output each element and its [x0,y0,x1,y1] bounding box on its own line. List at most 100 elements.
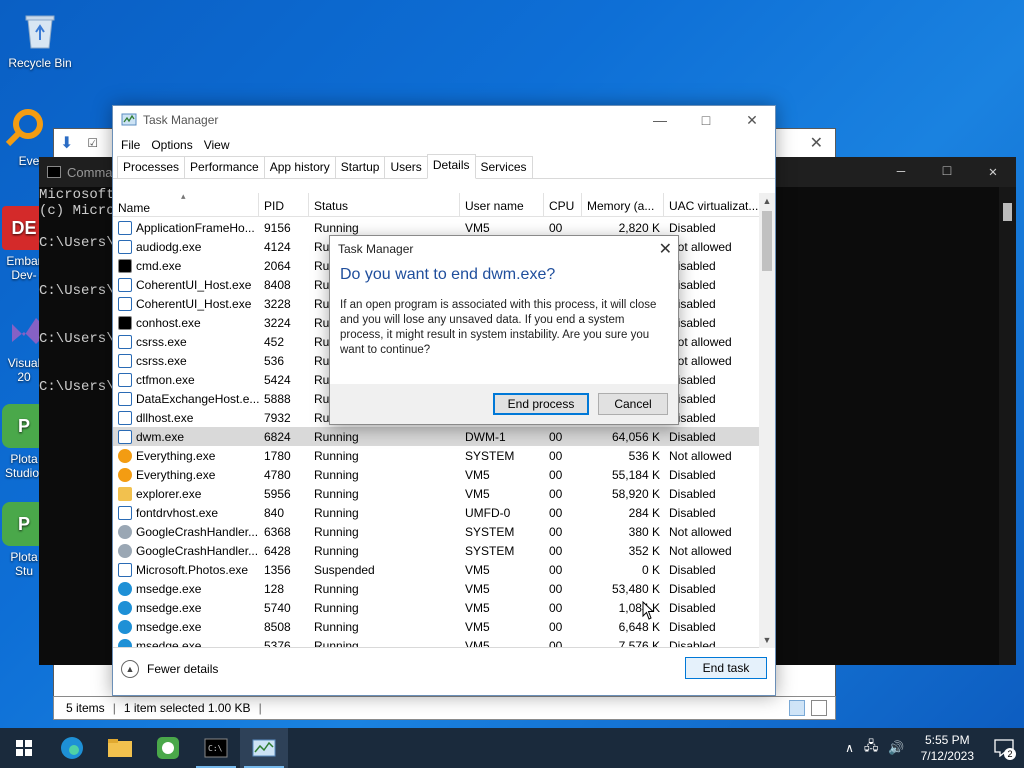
taskbar-file-explorer[interactable] [96,728,144,768]
scrollbar-thumb[interactable] [1003,203,1012,221]
process-name: cmd.exe [113,258,259,273]
table-row[interactable]: dwm.exe 6824 Running DWM-1 00 64,056 K Disable… [113,427,761,446]
process-user: VM5 [465,220,490,235]
process-pid: 5740 [264,600,291,615]
process-name: msedge.exe [113,581,259,596]
tab-details[interactable]: Details [426,154,476,179]
download-arrow-icon: ⬇ [60,135,74,152]
process-name-text: dwm.exe [136,429,185,444]
menu-options[interactable]: Options [149,138,201,152]
tab-app-history[interactable]: App history [263,156,336,178]
process-cpu: 00 [549,543,563,558]
fewer-details-button[interactable]: ▲ Fewer details [121,660,218,678]
process-uac: Disabled [669,600,716,615]
process-status: Running [314,524,359,539]
chevron-up-icon: ▲ [121,660,139,678]
end-task-button[interactable]: End task [685,657,767,679]
table-row[interactable]: fontdrvhost.exe 840 Running UMFD-0 00 284 K Di… [113,503,761,522]
process-name-text: Microsoft.Photos.exe [136,562,249,577]
column-header-uac[interactable]: UAC virtualizat... [664,193,761,216]
process-uac: Disabled [669,619,716,634]
minimize-button[interactable]: — [637,106,683,134]
taskbar-command-prompt[interactable]: C:\ [192,728,240,768]
taskbar-edge[interactable] [48,728,96,768]
table-row[interactable]: GoogleCrashHandler... 6428 Running SYSTEM 00… [113,541,761,560]
cmd-process-icon [118,258,132,273]
tab-startup[interactable]: Startup [334,156,386,178]
process-name-text: msedge.exe [136,600,202,615]
table-row[interactable]: GoogleCrashHandler... 6368 Running SYSTEM 00… [113,522,761,541]
edge-icon [61,737,83,759]
taskbar-task-manager[interactable] [240,728,288,768]
process-name-text: CoherentUI_Host.exe [136,296,252,311]
volume-icon[interactable]: 🔊 [882,740,910,756]
process-name: msedge.exe [113,600,259,615]
cancel-button[interactable]: Cancel [598,393,668,415]
menu-file[interactable]: File [119,138,149,152]
process-pid: 452 [264,334,285,349]
app-process-icon [118,410,132,425]
desktop-icon-recycle-bin[interactable]: Recycle Bin [2,8,78,70]
column-header-pid[interactable]: PID [259,193,309,216]
process-pid: 5424 [264,372,291,387]
maximize-button[interactable]: □ [924,157,970,187]
dialog-close-icon[interactable]: ✕ [659,239,672,259]
notification-count: 2 [1004,748,1016,760]
column-header-name[interactable]: Name [113,193,259,216]
process-cpu: 00 [549,448,563,463]
column-header-status[interactable]: Status [309,193,460,216]
table-row[interactable]: msedge.exe 8508 Running VM5 00 6,648 K Disable… [113,617,761,636]
table-row[interactable]: explorer.exe 5956 Running VM5 00 58,920 K Disa… [113,484,761,503]
scroll-up-arrow-icon[interactable]: ▲ [759,193,775,209]
maximize-button[interactable]: □ [683,106,729,134]
table-row[interactable]: Microsoft.Photos.exe 1356 Suspended VM5 00 0 … [113,560,761,579]
tab-users[interactable]: Users [384,156,428,178]
clock[interactable]: 5:55 PM 7/12/2023 [911,732,984,764]
close-button[interactable]: ✕ [970,157,1016,187]
process-cpu: 00 [549,429,563,444]
details-view-icon[interactable] [789,700,805,716]
menu-view[interactable]: View [202,138,239,152]
tab-performance[interactable]: Performance [184,156,265,178]
process-cpu: 00 [549,581,563,596]
app-process-icon [118,505,132,520]
tiles-view-icon[interactable] [811,700,827,716]
close-icon[interactable]: ✕ [810,133,823,153]
column-header-cpu[interactable]: CPU [544,193,582,216]
process-memory: 53,480 K [611,581,660,596]
cmd-scrollbar[interactable] [999,187,1016,665]
search-process-icon [118,448,132,463]
process-status: Running [314,486,359,501]
process-pid: 5888 [264,391,291,406]
process-pid: 6368 [264,524,291,539]
plota-studio-icon [157,737,179,759]
chevron-up-icon[interactable]: ∧ [839,741,860,755]
process-pid: 1356 [264,562,291,577]
close-button[interactable]: ✕ [729,106,775,134]
table-row[interactable]: msedge.exe 5740 Running VM5 00 1,084 K Disable… [113,598,761,617]
process-memory: 64,056 K [611,429,660,444]
scrollbar-thumb[interactable] [762,211,772,271]
table-row[interactable]: Everything.exe 4780 Running VM5 00 55,184 K Di… [113,465,761,484]
process-uac: Not allowed [669,543,732,558]
vertical-scrollbar[interactable]: ▲ ▼ [759,193,775,648]
process-name-text: conhost.exe [136,315,201,330]
notifications-button[interactable]: 2 [984,728,1024,768]
column-header-memory[interactable]: Memory (a... [582,193,664,216]
process-name-text: GoogleCrashHandler... [136,524,259,539]
table-row[interactable]: Everything.exe 1780 Running SYSTEM 00 536 K No… [113,446,761,465]
column-header-user[interactable]: User name [460,193,544,216]
process-name: CoherentUI_Host.exe [113,277,259,292]
taskbar: C:\ ∧ 🖧 🔊 5:55 PM 7/12/2023 2 [0,728,1024,768]
network-icon[interactable]: 🖧 [860,737,883,759]
table-row[interactable]: msedge.exe 128 Running VM5 00 53,480 K Disable… [113,579,761,598]
end-process-dialog[interactable]: Task Manager ✕ Do you want to end dwm.ex… [329,235,679,425]
process-pid: 128 [264,581,285,596]
tab-services[interactable]: Services [474,156,533,178]
end-process-button[interactable]: End process [493,393,589,415]
tab-processes[interactable]: Processes [117,156,186,178]
start-button[interactable] [0,728,48,768]
taskbar-plotastudio[interactable] [144,728,192,768]
process-status: Running [314,600,359,615]
minimize-button[interactable]: — [878,157,924,187]
